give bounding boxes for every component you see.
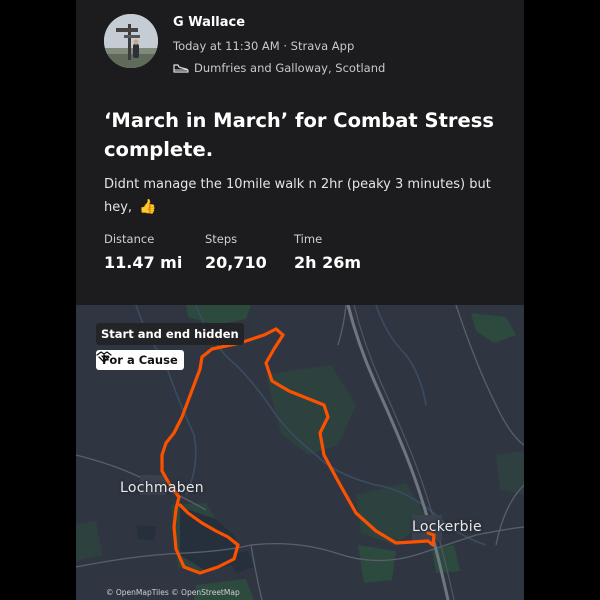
cause-badge-label: For a Cause xyxy=(102,353,178,367)
stat-value: 2h 26m xyxy=(294,253,362,272)
place-label-lockerbie: Lockerbie xyxy=(412,519,482,535)
stat-distance: Distance 11.47 mi xyxy=(104,232,182,272)
stat-label: Time xyxy=(294,232,323,246)
privacy-badge: Start and end hidden xyxy=(96,323,244,345)
thumbs-up-emoji: 👍 xyxy=(139,199,157,215)
place-label-lochmaben: Lochmaben xyxy=(120,480,204,496)
activity-timestamp: Today at 11:30 AM · Strava App xyxy=(173,39,355,53)
shoe-icon xyxy=(173,64,189,73)
activity-stats: Distance 11.47 mi Steps 20,710 Time 2h 2… xyxy=(104,232,504,282)
activity-header: G Wallace Today at 11:30 AM · Strava App… xyxy=(104,12,504,78)
stat-label: Steps xyxy=(205,232,238,246)
cause-badge[interactable]: For a Cause xyxy=(96,350,184,370)
activity-description: Didnt manage the 10mile walk n 2hr (peak… xyxy=(104,174,499,219)
activity-card: G Wallace Today at 11:30 AM · Strava App… xyxy=(76,0,524,600)
stat-label: Distance xyxy=(104,232,155,246)
description-text: Didnt manage the 10mile walk n 2hr (peak… xyxy=(104,177,491,215)
location-line: Dumfries and Galloway, Scotland xyxy=(173,61,385,75)
stat-steps: Steps 20,710 xyxy=(205,232,267,272)
location-text: Dumfries and Galloway, Scotland xyxy=(194,61,386,75)
map-attribution[interactable]: © OpenMapTiles © OpenStreetMap xyxy=(106,588,240,597)
stat-time: Time 2h 26m xyxy=(294,232,361,272)
route-map[interactable]: Start and end hidden For a Cause Lochmab… xyxy=(76,305,524,600)
athlete-name[interactable]: G Wallace xyxy=(173,15,245,30)
stat-value: 20,710 xyxy=(205,253,267,272)
signpost-photo xyxy=(104,14,158,68)
handshake-icon xyxy=(96,351,112,362)
activity-title[interactable]: ‘March in March’ for Combat Stress compl… xyxy=(104,106,504,164)
stat-value: 11.47 mi xyxy=(104,253,183,272)
avatar[interactable] xyxy=(104,14,158,68)
